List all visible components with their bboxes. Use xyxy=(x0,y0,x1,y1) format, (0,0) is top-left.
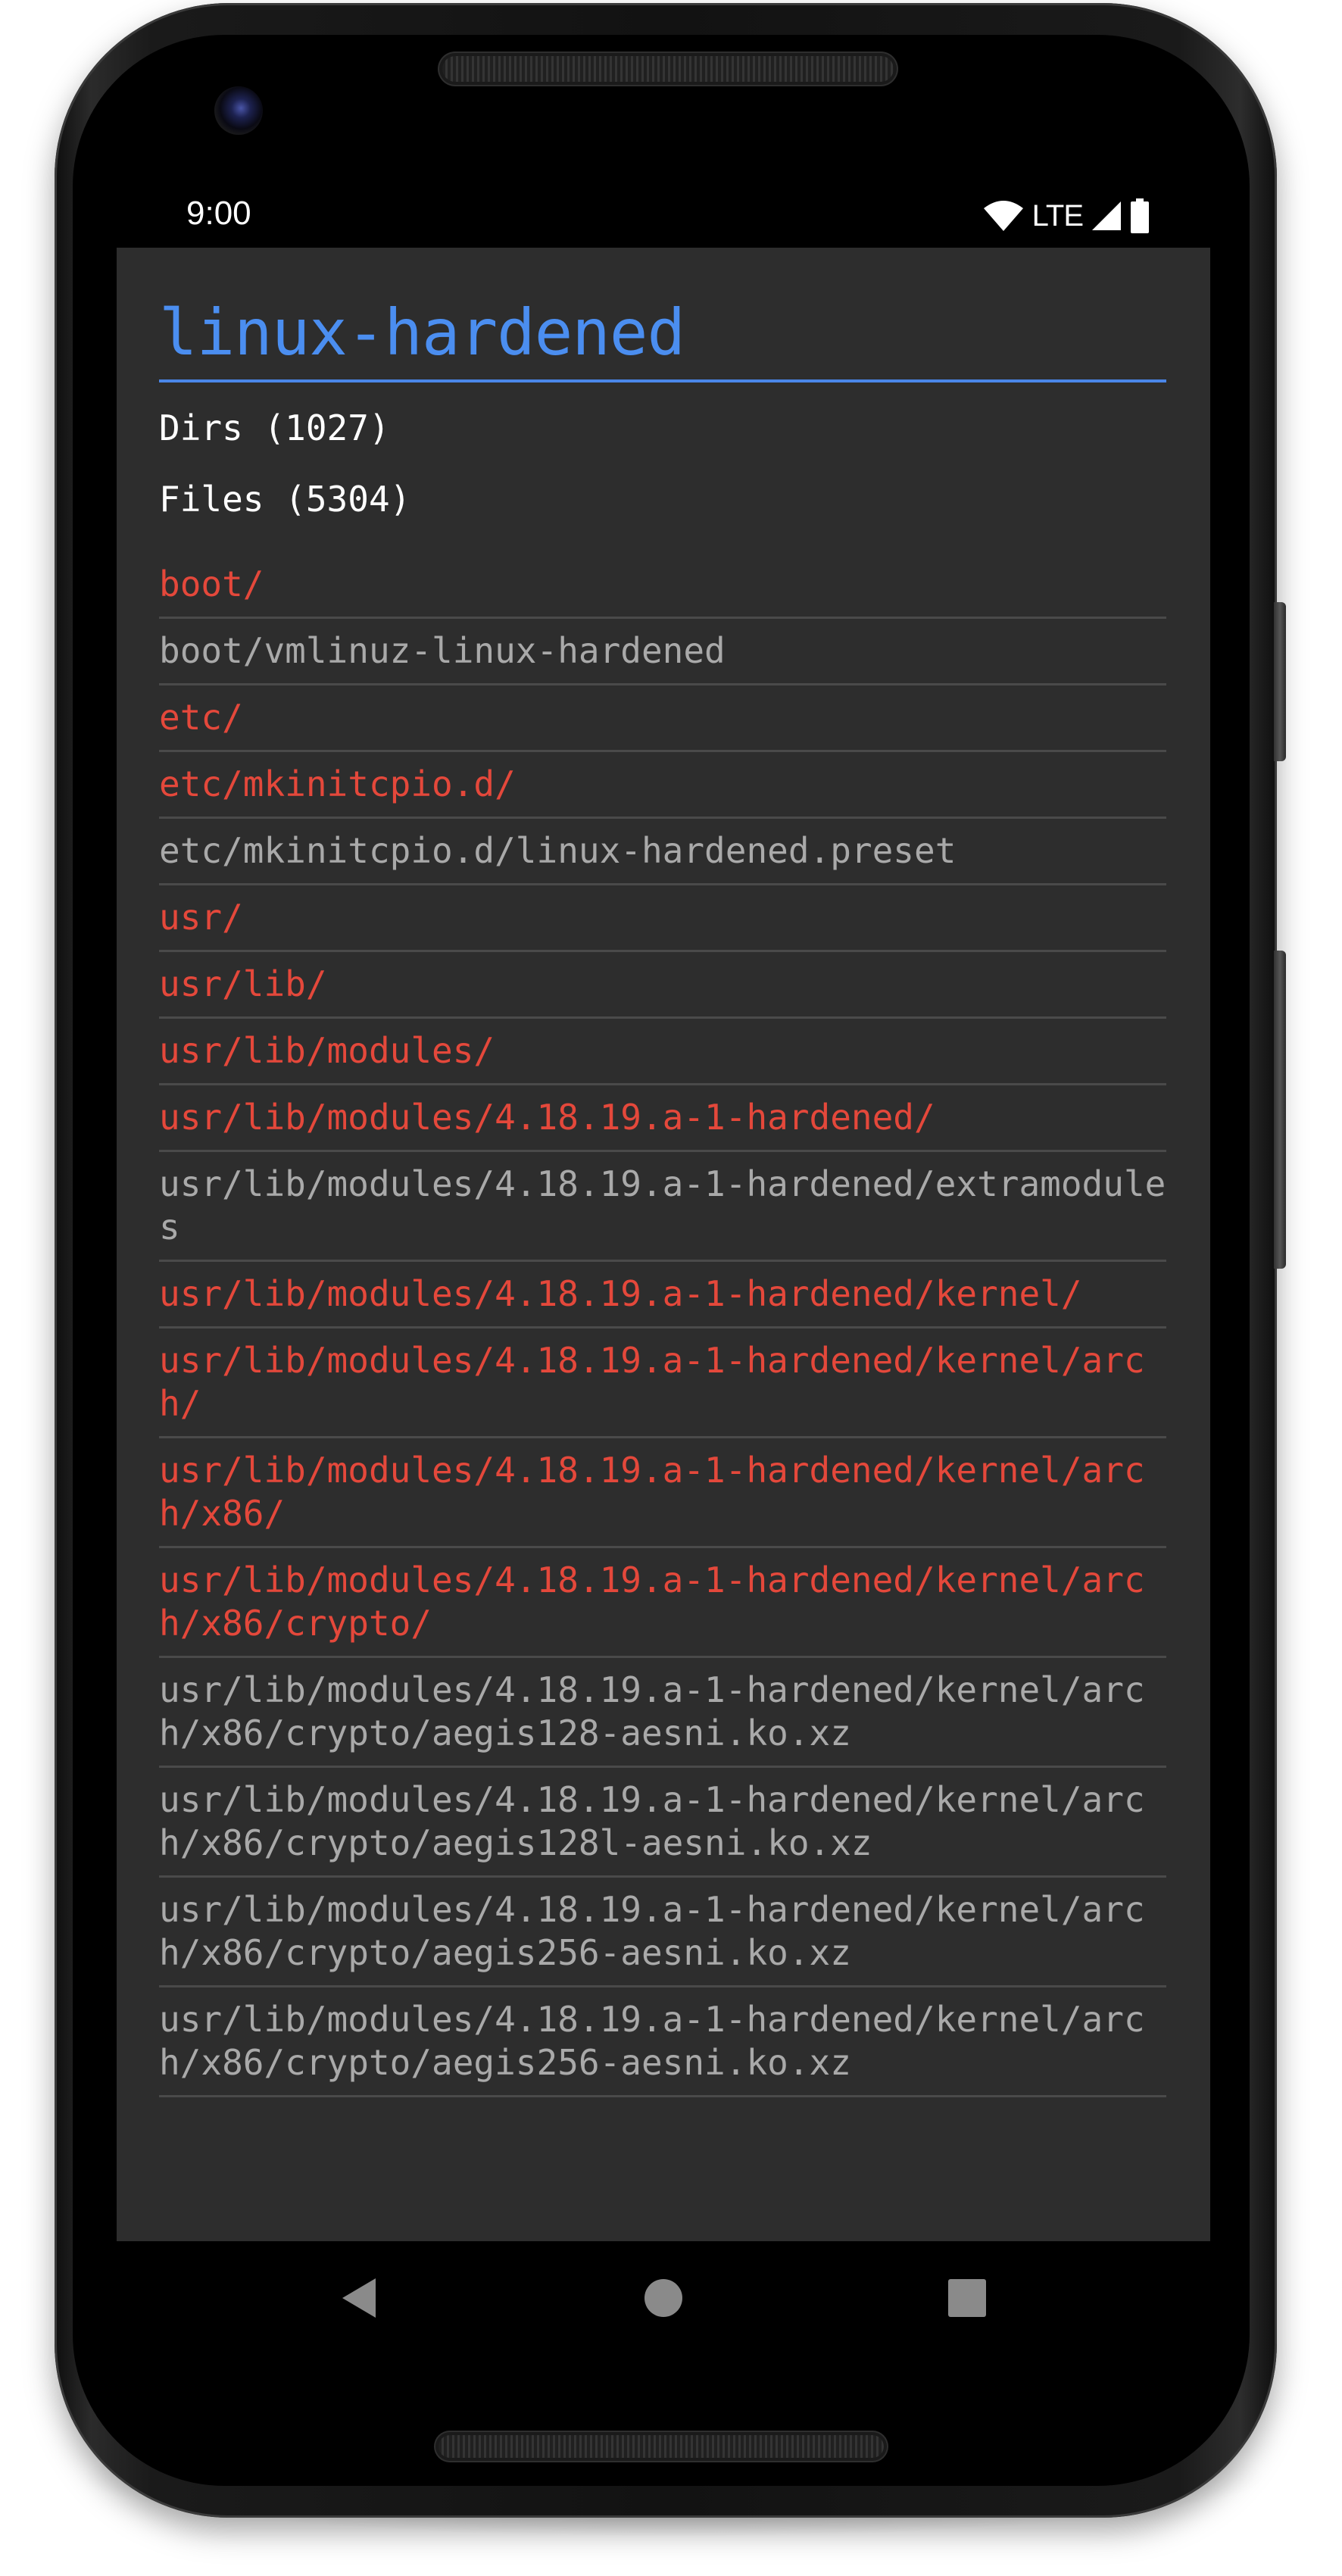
file-entry[interactable]: usr/lib/modules/4.18.19.a-1-hardened/ker… xyxy=(159,1768,1166,1878)
home-button[interactable] xyxy=(629,2264,698,2332)
directory-entry[interactable]: usr/lib/ xyxy=(159,952,1166,1019)
package-files-view[interactable]: linux-hardened Dirs (1027) Files (5304) … xyxy=(117,248,1210,2241)
file-entry[interactable]: usr/lib/modules/4.18.19.a-1-hardened/ker… xyxy=(159,1658,1166,1768)
screen: 9:00 LTE linux-hardened Dirs (1027) File… xyxy=(117,184,1210,2369)
earpiece-speaker xyxy=(442,56,894,82)
directory-entry[interactable]: usr/lib/modules/4.18.19.a-1-hardened/ker… xyxy=(159,1548,1166,1658)
page-title: linux-hardened xyxy=(159,295,685,370)
file-entry[interactable]: usr/lib/modules/4.18.19.a-1-hardened/ker… xyxy=(159,1878,1166,1987)
recents-icon xyxy=(948,2279,986,2317)
content: linux-hardened Dirs (1027) Files (5304) … xyxy=(159,248,1166,2097)
file-entry[interactable]: usr/lib/modules/4.18.19.a-1-hardened/ker… xyxy=(159,1987,1166,2097)
recents-button[interactable] xyxy=(933,2264,1001,2332)
directory-entry[interactable]: etc/mkinitcpio.d/ xyxy=(159,752,1166,819)
bottom-speaker xyxy=(438,2435,884,2458)
status-time: 9:00 xyxy=(186,195,251,232)
battery-icon xyxy=(1131,198,1149,233)
dirs-count[interactable]: Dirs (1027) xyxy=(159,405,1166,451)
status-icons: LTE xyxy=(982,196,1150,236)
file-list: boot/boot/vmlinuz-linux-hardened etc/etc/… xyxy=(159,552,1166,2097)
front-camera-icon xyxy=(214,86,263,135)
title-divider xyxy=(159,379,1166,382)
status-bar: 9:00 LTE xyxy=(117,184,1210,248)
directory-entry[interactable]: usr/ xyxy=(159,885,1166,952)
back-icon xyxy=(342,2278,376,2318)
directory-entry[interactable]: usr/lib/modules/ xyxy=(159,1019,1166,1085)
navigation-bar xyxy=(117,2241,1210,2369)
volume-rocker xyxy=(1274,951,1286,1269)
file-entry[interactable]: boot/vmlinuz-linux-hardened xyxy=(159,619,1166,685)
device-mockup: 9:00 LTE linux-hardened Dirs (1027) File… xyxy=(0,0,1342,2576)
directory-entry[interactable]: usr/lib/modules/4.18.19.a-1-hardened/ker… xyxy=(159,1329,1166,1438)
directory-entry[interactable]: usr/lib/modules/4.18.19.a-1-hardened/ker… xyxy=(159,1262,1166,1329)
file-entry[interactable]: etc/mkinitcpio.d/linux-hardened.preset xyxy=(159,819,1166,885)
home-icon xyxy=(644,2279,682,2317)
directory-entry[interactable]: boot/ xyxy=(159,552,1166,619)
back-button[interactable] xyxy=(325,2264,393,2332)
network-type-label: LTE xyxy=(1031,198,1084,233)
directory-entry[interactable]: usr/lib/modules/4.18.19.a-1-hardened/ker… xyxy=(159,1438,1166,1548)
directory-entry[interactable]: etc/ xyxy=(159,685,1166,752)
files-count[interactable]: Files (5304) xyxy=(159,476,1166,522)
power-button xyxy=(1274,602,1286,761)
directory-entry[interactable]: usr/lib/modules/4.18.19.a-1-hardened/ xyxy=(159,1085,1166,1152)
signal-icon xyxy=(1092,201,1121,230)
wifi-icon xyxy=(983,201,1023,231)
file-entry[interactable]: usr/lib/modules/4.18.19.a-1-hardened/ext… xyxy=(159,1152,1166,1262)
